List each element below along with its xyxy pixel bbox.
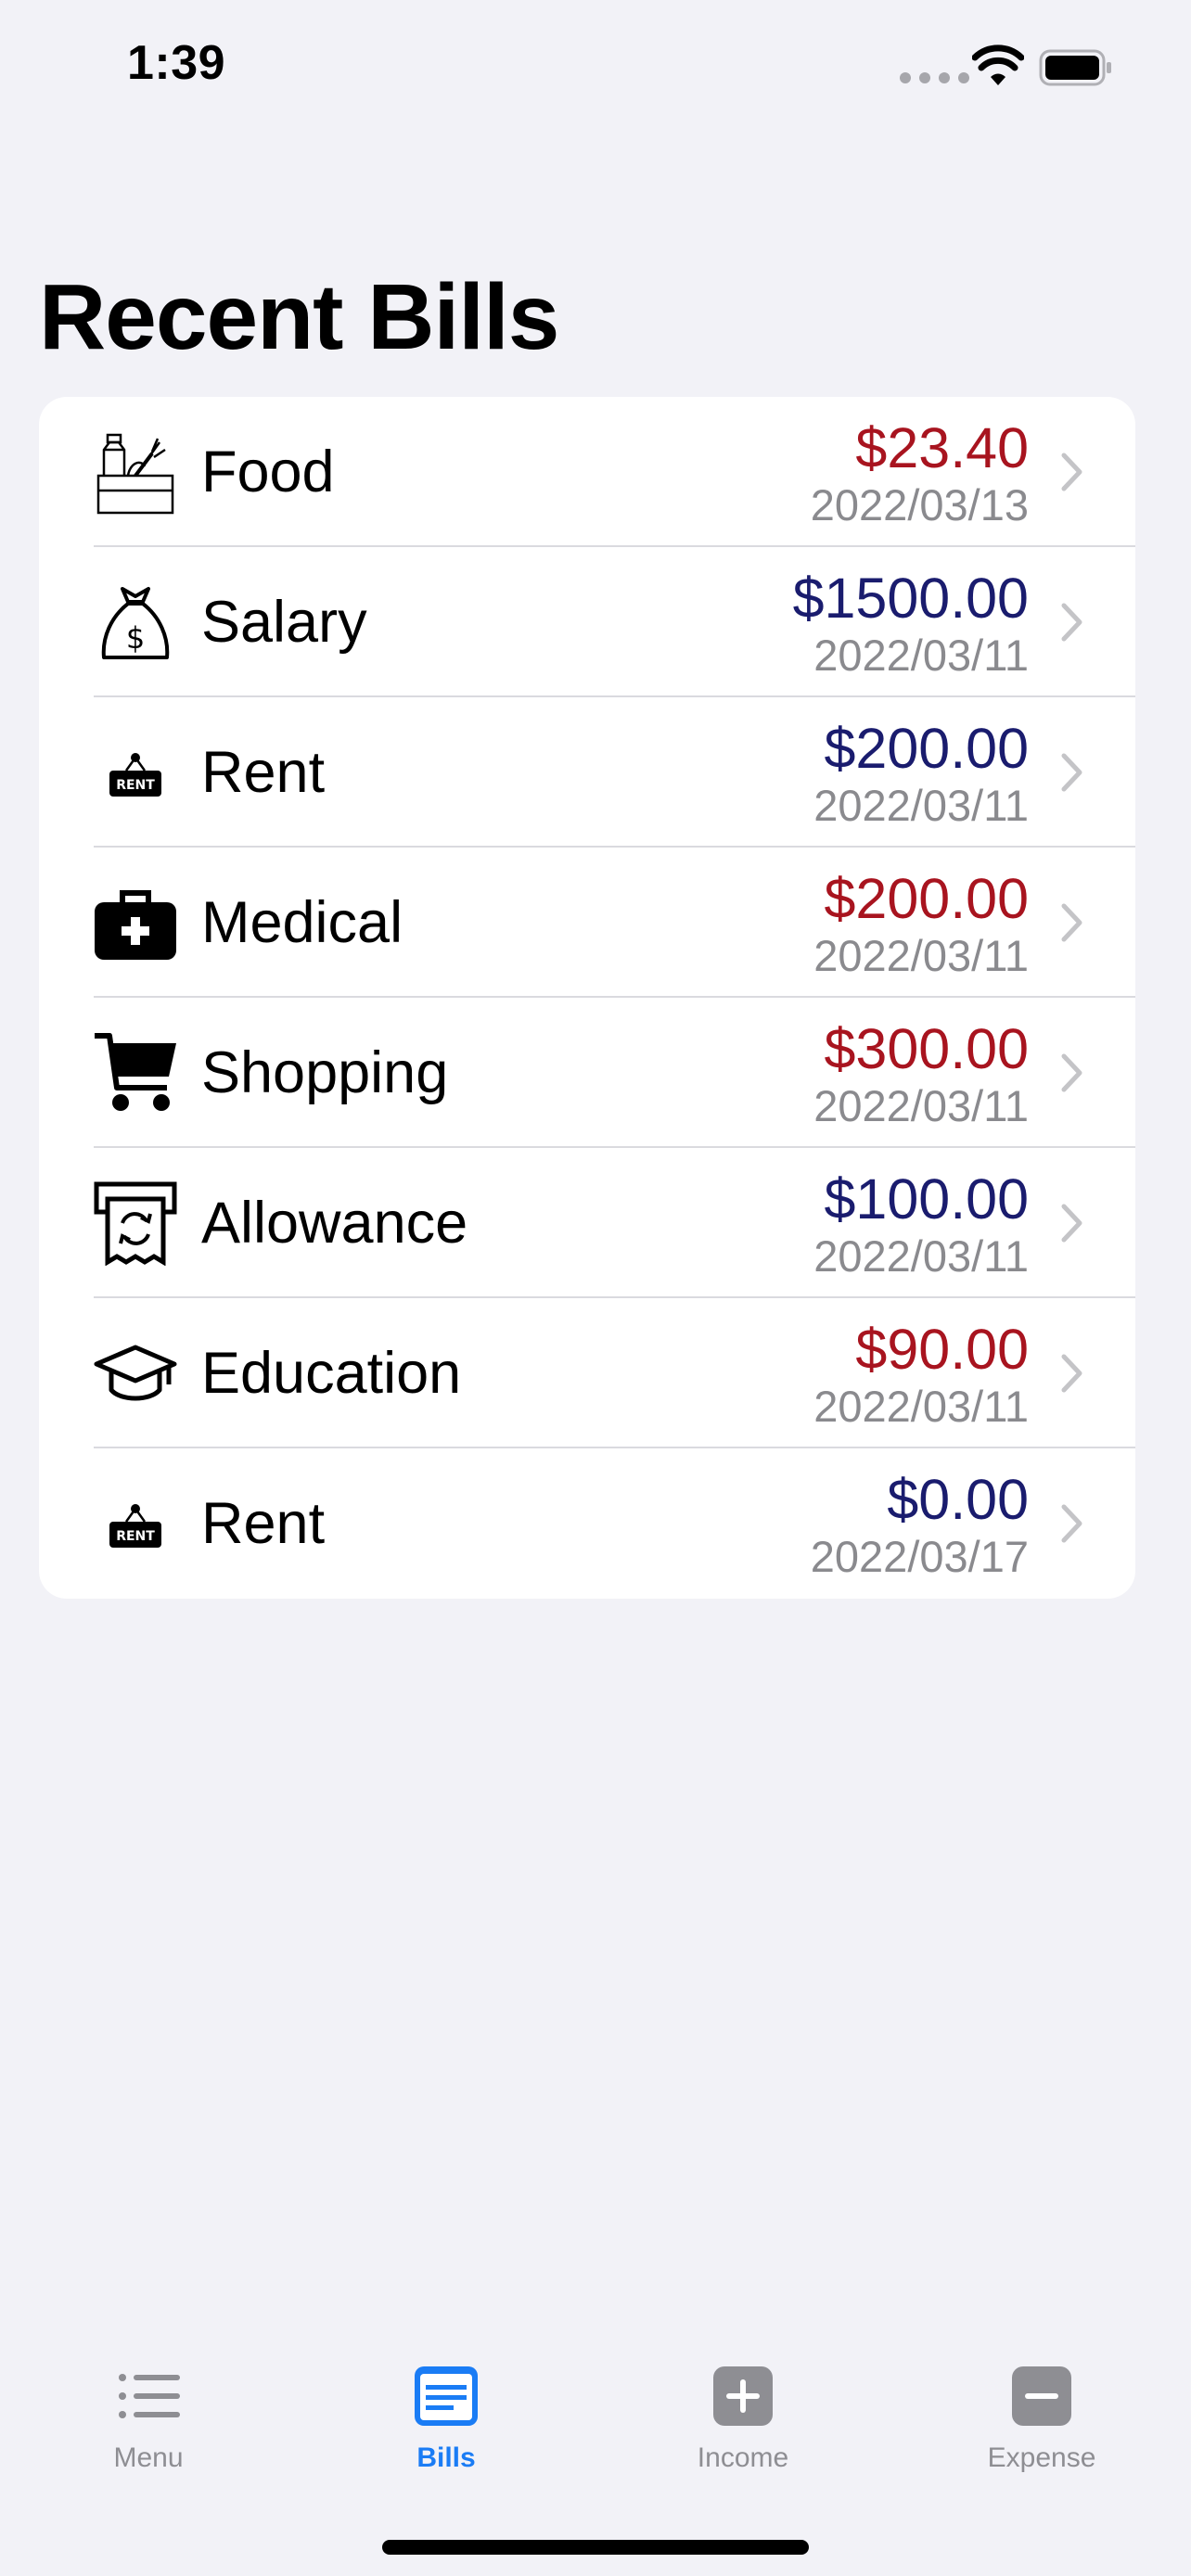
svg-text:RENT: RENT [116, 1529, 155, 1544]
bill-date: 2022/03/11 [813, 1382, 1029, 1431]
tab-menu[interactable]: Menu [37, 2366, 260, 2506]
bill-amount: $90.00 [855, 1318, 1029, 1381]
page-title: Recent Bills [39, 265, 559, 369]
rent-sign-icon: RENT [93, 1481, 178, 1566]
battery-icon [1039, 49, 1111, 86]
chevron-right-icon [1061, 453, 1082, 491]
bill-category: Medical [201, 890, 403, 955]
bill-category: Rent [201, 1491, 326, 1556]
bill-row-shopping[interactable]: Shopping $300.00 2022/03/11 [39, 998, 1135, 1148]
home-indicator[interactable] [382, 2540, 809, 2555]
shopping-cart-icon [93, 1030, 178, 1116]
tab-label: Menu [113, 2442, 184, 2473]
tab-bar: Menu Bills Income Expense [0, 2318, 1191, 2576]
bill-row-education[interactable]: Education $90.00 2022/03/11 [39, 1298, 1135, 1448]
bill-date: 2022/03/11 [813, 1081, 1029, 1130]
plus-square-icon [713, 2366, 773, 2426]
bill-date: 2022/03/17 [810, 1532, 1029, 1581]
tab-label: Income [697, 2442, 789, 2473]
rent-sign-icon: RENT [93, 730, 178, 815]
bill-amount: $0.00 [887, 1468, 1029, 1531]
bill-row-rent[interactable]: RENT Rent $200.00 2022/03/11 [39, 697, 1135, 848]
tab-income[interactable]: Income [632, 2366, 854, 2506]
bill-amount: $200.00 [824, 867, 1030, 930]
bill-category: Food [201, 440, 335, 504]
graduation-cap-icon [93, 1331, 178, 1416]
bill-row-medical[interactable]: Medical $200.00 2022/03/11 [39, 848, 1135, 998]
minus-square-icon [1012, 2366, 1071, 2426]
bill-row-salary[interactable]: $ Salary $1500.00 2022/03/11 [39, 547, 1135, 697]
bill-category: Rent [201, 740, 326, 805]
chevron-right-icon [1061, 903, 1082, 942]
wifi-icon [972, 45, 1024, 85]
chevron-right-icon [1061, 1204, 1082, 1243]
tab-bills[interactable]: Bills [335, 2366, 557, 2506]
svg-text:$: $ [126, 620, 145, 656]
bill-category: Allowance [201, 1191, 468, 1256]
cellular-signal-icon [900, 72, 969, 83]
bill-date: 2022/03/11 [813, 781, 1029, 830]
chevron-right-icon [1061, 603, 1082, 642]
status-time: 1:39 [127, 36, 226, 90]
chevron-right-icon [1061, 1053, 1082, 1092]
tab-label: Expense [987, 2442, 1096, 2473]
bills-icon [415, 2366, 478, 2426]
bill-category: Education [201, 1341, 462, 1406]
bill-row-allowance[interactable]: Allowance $100.00 2022/03/11 [39, 1148, 1135, 1298]
bill-amount: $300.00 [824, 1017, 1030, 1080]
bill-date: 2022/03/11 [813, 631, 1029, 680]
bill-amount: $200.00 [824, 717, 1030, 780]
chevron-right-icon [1061, 1354, 1082, 1393]
money-bag-icon: $ [93, 580, 178, 665]
grocery-icon [93, 429, 178, 515]
tab-expense[interactable]: Expense [930, 2366, 1153, 2506]
chevron-right-icon [1061, 753, 1082, 792]
allowance-receipt-icon [93, 1180, 178, 1266]
bill-date: 2022/03/11 [813, 931, 1029, 980]
bills-list: Food $23.40 2022/03/13 $ Salary $1500.00… [39, 397, 1135, 1599]
medical-kit-icon [93, 880, 178, 965]
bill-date: 2022/03/11 [813, 1231, 1029, 1281]
bill-amount: $23.40 [855, 416, 1029, 479]
bill-row-food[interactable]: Food $23.40 2022/03/13 [39, 397, 1135, 547]
bill-category: Shopping [201, 1040, 449, 1105]
status-bar: 1:39 [0, 0, 1191, 139]
svg-text:RENT: RENT [116, 778, 155, 793]
bill-amount: $1500.00 [792, 567, 1029, 630]
bill-category: Salary [201, 590, 367, 655]
tab-label: Bills [416, 2442, 476, 2473]
list-icon [119, 2374, 180, 2418]
bill-date: 2022/03/13 [810, 480, 1029, 529]
bill-amount: $100.00 [824, 1167, 1030, 1231]
bill-row-rent[interactable]: RENT Rent $0.00 2022/03/17 [39, 1448, 1135, 1599]
chevron-right-icon [1061, 1504, 1082, 1543]
